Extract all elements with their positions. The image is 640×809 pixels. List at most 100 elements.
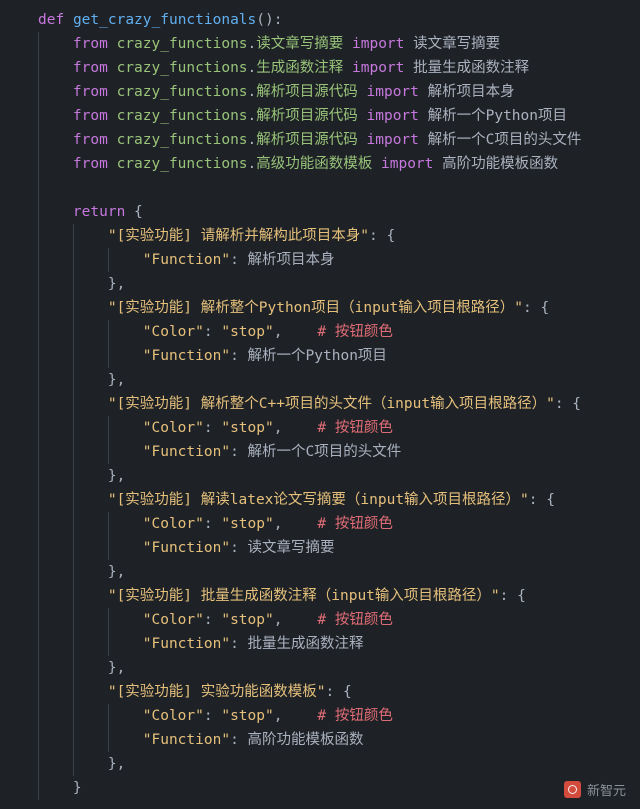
- code-line: from crazy_functions.解析项目源代码 import 解析项目…: [0, 80, 640, 104]
- indent-guide: [107, 248, 109, 272]
- code-line: "Color": "stop", # 按钮颜色: [0, 320, 640, 344]
- code-token: from: [72, 132, 108, 148]
- code-line: "Function": 解析项目本身: [0, 248, 640, 272]
- code-token: 高级功能函数模板: [256, 156, 373, 172]
- code-token: 解析项目源代码: [256, 132, 358, 148]
- code-line: "[实验功能] 解析整个C++项目的头文件（input输入项目根路径）": {: [0, 392, 640, 416]
- code-token: from: [72, 156, 108, 172]
- code-token: {: [134, 204, 143, 220]
- code-token: ():: [256, 12, 283, 28]
- code-token: 读文章写摘要: [404, 36, 501, 52]
- code-token: 解析项目源代码: [256, 108, 358, 124]
- code-token: : {: [523, 300, 550, 316]
- code-token: "[实验功能] 解读latex论文写摘要（input输入项目根路径）": [107, 492, 529, 508]
- code-token: : {: [528, 492, 555, 508]
- code-token: :: [203, 324, 222, 340]
- code-token: crazy_functions: [116, 84, 248, 100]
- code-token: :: [203, 516, 222, 532]
- code-token: },: [107, 660, 126, 676]
- code-token: crazy_functions: [116, 60, 248, 76]
- code-token: : {: [325, 684, 352, 700]
- code-viewer: def get_crazy_functionals(): from crazy_…: [0, 0, 640, 809]
- code-token: "[实验功能] 批量生成函数注释（input输入项目根路径）": [107, 588, 500, 604]
- code-line: from crazy_functions.高级功能函数模板 import 高阶功…: [0, 152, 640, 176]
- code-line: from crazy_functions.生成函数注释 import 批量生成函…: [0, 56, 640, 80]
- code-token: .: [247, 108, 257, 124]
- code-token: "Color": [142, 708, 204, 724]
- code-token: "stop": [221, 612, 274, 628]
- code-line: "[实验功能] 批量生成函数注释（input输入项目根路径）": {: [0, 584, 640, 608]
- code-token: "[实验功能] 请解析并解构此项目本身": [107, 228, 369, 244]
- code-token: :: [203, 708, 222, 724]
- code-token: import: [366, 108, 419, 124]
- code-token: crazy_functions: [116, 132, 248, 148]
- code-token: from: [72, 84, 108, 100]
- code-token: .: [247, 60, 257, 76]
- code-token: "Function": [142, 540, 231, 556]
- code-token: : {: [499, 588, 526, 604]
- code-token: :: [230, 444, 248, 460]
- code-token: },: [107, 468, 126, 484]
- code-token: },: [107, 372, 126, 388]
- code-line: from crazy_functions.解析项目源代码 import 解析一个…: [0, 128, 640, 152]
- code-token: import: [352, 36, 405, 52]
- code-line: def get_crazy_functionals():: [0, 8, 640, 32]
- code-line: "[实验功能] 实验功能函数模板": {: [0, 680, 640, 704]
- code-token: import: [366, 84, 419, 100]
- code-token: 解析一个C项目的头文件: [418, 132, 582, 148]
- indent-guide: [107, 512, 109, 560]
- indent-guide: [72, 224, 74, 776]
- code-token: .: [247, 132, 257, 148]
- indent-guide: [38, 32, 39, 800]
- code-token: :: [230, 732, 248, 748]
- code-token: .: [247, 84, 257, 100]
- code-token: # 按钮颜色: [317, 612, 393, 628]
- code-token: },: [107, 756, 126, 772]
- code-line: "Function": 批量生成函数注释: [0, 632, 640, 656]
- code-token: "stop": [221, 516, 274, 532]
- code-token: get_crazy_functionals: [72, 12, 257, 28]
- code-token: "Color": [142, 612, 204, 628]
- indent-guide: [107, 416, 109, 464]
- code-line: "Function": 解析一个Python项目: [0, 344, 640, 368]
- code-line: },: [0, 464, 640, 488]
- code-token: "[实验功能] 解析整个C++项目的头文件（input输入项目根路径）": [107, 396, 555, 412]
- code-line: "[实验功能] 请解析并解构此项目本身": {: [0, 224, 640, 248]
- code-token: from: [72, 60, 108, 76]
- watermark: 新智元: [563, 780, 626, 799]
- code-token: 解析一个C项目的头文件: [247, 444, 402, 460]
- code-token: "Function": [142, 444, 231, 460]
- code-token: 生成函数注释: [256, 60, 344, 76]
- code-token: crazy_functions: [116, 36, 248, 52]
- code-token: # 按钮颜色: [317, 708, 393, 724]
- code-token: :: [230, 252, 248, 268]
- code-token: import: [352, 60, 405, 76]
- code-line: "Function": 高阶功能模板函数: [0, 728, 640, 752]
- code-token: # 按钮颜色: [317, 516, 393, 532]
- code-token: from: [72, 36, 108, 52]
- code-token: "[实验功能] 实验功能函数模板": [107, 684, 326, 700]
